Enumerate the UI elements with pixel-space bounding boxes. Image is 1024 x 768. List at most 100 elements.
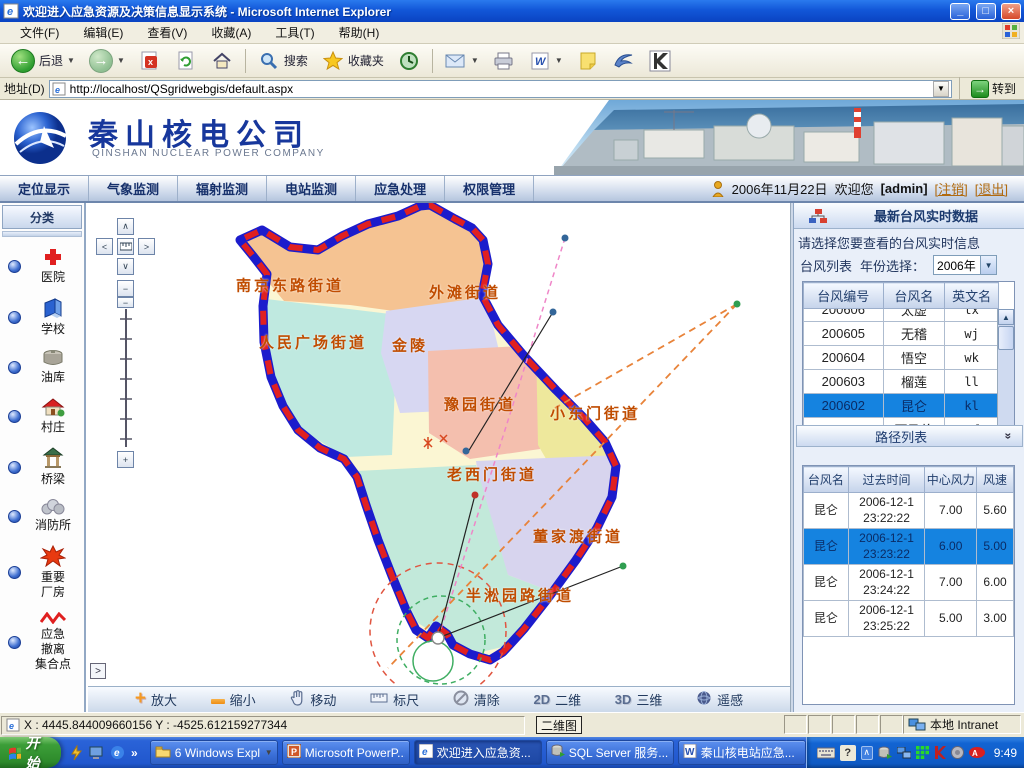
panel-expand-button[interactable]: > [90, 663, 106, 679]
sidebar-item-assembly-point[interactable]: 应急 撤离 集合点 [0, 606, 84, 678]
sidebar-item-fire-station[interactable]: 消防所 [0, 493, 84, 539]
mail-button[interactable]: ▼ [440, 48, 484, 74]
path-row[interactable]: 昆仑2006-12-1 23:24:227.006.00 [804, 565, 1014, 601]
exit-link[interactable]: [退出] [975, 179, 1008, 198]
track-point[interactable] [550, 309, 557, 316]
year-select[interactable]: 2006年 ▼ [933, 255, 997, 275]
menu-item-1[interactable]: 编辑(E) [71, 24, 135, 42]
address-input[interactable]: e http://localhost/QSgridwebgis/default.… [49, 80, 952, 98]
quicklaunch-bolt-icon[interactable] [69, 745, 83, 761]
track-point[interactable] [734, 301, 741, 308]
edit-dropdown-icon[interactable]: ▼ [555, 56, 563, 65]
nav-tab-0[interactable]: 定位显示 [0, 176, 89, 201]
menu-item-2[interactable]: 查看(V) [135, 24, 199, 42]
quicklaunch-more-icon[interactable]: » [131, 746, 138, 760]
help-tray-icon[interactable]: ? [840, 745, 856, 761]
menu-item-5[interactable]: 帮助(H) [327, 24, 392, 42]
volume-tray-icon[interactable] [951, 746, 964, 759]
quicklaunch-ie-icon[interactable]: e [110, 745, 125, 760]
path-list-bar[interactable]: 路径列表 » [796, 425, 1023, 447]
map-canvas[interactable]: 南京东路街道外滩街道人民广场街道金陵豫园街道小东门街道老西门街道董家渡街道半淞园… [88, 203, 790, 712]
forward-button[interactable]: → ▼ [84, 47, 130, 75]
favorites-button[interactable]: 收藏夹 [317, 48, 389, 74]
network-tray-icon[interactable] [897, 747, 911, 759]
go-button[interactable]: → 转到 [967, 80, 1020, 98]
track-point[interactable] [620, 563, 627, 570]
track-point[interactable] [472, 492, 479, 499]
typhoon-row[interactable]: 200604悟空wk [804, 346, 999, 370]
back-button[interactable]: ← 后退 ▼ [6, 47, 80, 75]
typhoon-row[interactable]: 200606太虚tx [804, 309, 999, 322]
map-tool-view-3d[interactable]: 3D三维 [615, 690, 663, 709]
year-dropdown-icon[interactable]: ▼ [980, 256, 996, 274]
zoom-in-step-button[interactable]: + [117, 451, 134, 468]
path-row[interactable]: 昆仑2006-12-1 23:23:226.005.00 [804, 529, 1014, 565]
maximize-button[interactable]: □ [976, 3, 996, 20]
scroll-thumb[interactable] [998, 326, 1014, 350]
task-button-2[interactable]: e欢迎进入应急资... [414, 740, 542, 765]
track-point[interactable] [562, 235, 569, 242]
close-button[interactable]: × [1001, 3, 1021, 20]
typhoon-center-point[interactable] [432, 632, 444, 644]
nav-tab-3[interactable]: 电站监测 [267, 176, 356, 201]
map-tool-clear[interactable]: 清除 [453, 690, 500, 709]
center-button[interactable] [117, 238, 134, 255]
map-tool-zoom-out[interactable]: 缩小 [211, 690, 256, 709]
district-map[interactable] [88, 203, 790, 685]
grid-tray-icon[interactable] [916, 746, 929, 759]
typhoon-row[interactable]: 200605无稽wj [804, 322, 999, 346]
sidebar-item-hospital[interactable]: 医院 [0, 241, 84, 291]
menu-item-0[interactable]: 文件(F) [8, 24, 71, 42]
zoom-slider-track[interactable] [118, 309, 134, 447]
track-point[interactable] [463, 448, 470, 455]
antivirus-k-tray-icon[interactable] [934, 746, 946, 759]
home-button[interactable] [206, 48, 238, 74]
sidebar-item-bridge[interactable]: 桥梁 [0, 441, 84, 493]
typhoon-table-scrollbar[interactable]: ▲ ▼ [997, 309, 1014, 441]
map-tool-view-2d[interactable]: 2D二维 [533, 690, 581, 709]
refresh-button[interactable] [170, 48, 202, 74]
path-row[interactable]: 昆仑2006-12-1 23:22:227.005.60 [804, 493, 1014, 529]
task-button-3[interactable]: SQL Server 服务... [546, 740, 674, 765]
sidebar-item-village[interactable]: 村庄 [0, 391, 84, 441]
typhoon-row[interactable]: 200602昆仑kl [804, 394, 999, 418]
sidebar-title[interactable]: 分类 [2, 205, 82, 229]
path-row[interactable]: 昆仑2006-12-1 23:25:225.003.00 [804, 601, 1014, 637]
map-tool-remote-sensing[interactable]: 遥感 [696, 690, 743, 709]
note-button[interactable] [572, 48, 604, 74]
task-button-1[interactable]: PMicrosoft PowerP... [282, 740, 410, 765]
sql-tray-icon[interactable] [878, 746, 892, 760]
typhoon-row[interactable]: 200603榴莲ll [804, 370, 999, 394]
collapse-chevron-icon[interactable]: » [1002, 433, 1016, 440]
tray-chevron-icon[interactable]: ∧ [861, 746, 873, 760]
ati-tray-icon[interactable]: A [969, 747, 985, 758]
back-dropdown-icon[interactable]: ▼ [67, 56, 75, 65]
nav-tab-1[interactable]: 气象监测 [89, 176, 178, 201]
sidebar-item-oil-depot[interactable]: 油库 [0, 343, 84, 391]
forward-dropdown-icon[interactable]: ▼ [117, 56, 125, 65]
mail-dropdown-icon[interactable]: ▼ [471, 56, 479, 65]
sidebar-item-school[interactable]: 学校 [0, 291, 84, 343]
address-dropdown-icon[interactable]: ▼ [933, 81, 949, 97]
discuss-button[interactable] [608, 48, 640, 74]
minimize-button[interactable]: _ [950, 3, 970, 20]
nav-tab-2[interactable]: 辐射监测 [178, 176, 267, 201]
search-button[interactable]: 搜索 [253, 48, 313, 74]
map-tool-ruler[interactable]: 标尺 [370, 690, 419, 709]
task-button-0[interactable]: 6 Windows Expl...▼ [150, 740, 278, 765]
print-button[interactable] [488, 48, 520, 74]
task-button-4[interactable]: W秦山核电站应急... [678, 740, 806, 765]
start-button[interactable]: 开始 [0, 737, 61, 768]
history-button[interactable] [393, 48, 425, 74]
zoom-out-step-button[interactable]: − [117, 280, 134, 297]
pan-right-button[interactable]: > [138, 238, 155, 255]
menu-item-3[interactable]: 收藏(A) [199, 24, 263, 42]
menu-item-4[interactable]: 工具(T) [263, 24, 326, 42]
pan-down-button[interactable]: ∨ [117, 258, 134, 275]
pan-up-button[interactable]: ∧ [117, 218, 134, 235]
k-tool-button[interactable] [644, 48, 676, 74]
nav-tab-5[interactable]: 权限管理 [445, 176, 534, 201]
nav-tab-4[interactable]: 应急处理 [356, 176, 445, 201]
map-tool-pan[interactable]: 移动 [289, 690, 336, 709]
sidebar-item-key-plant[interactable]: 重要 厂房 [0, 539, 84, 606]
